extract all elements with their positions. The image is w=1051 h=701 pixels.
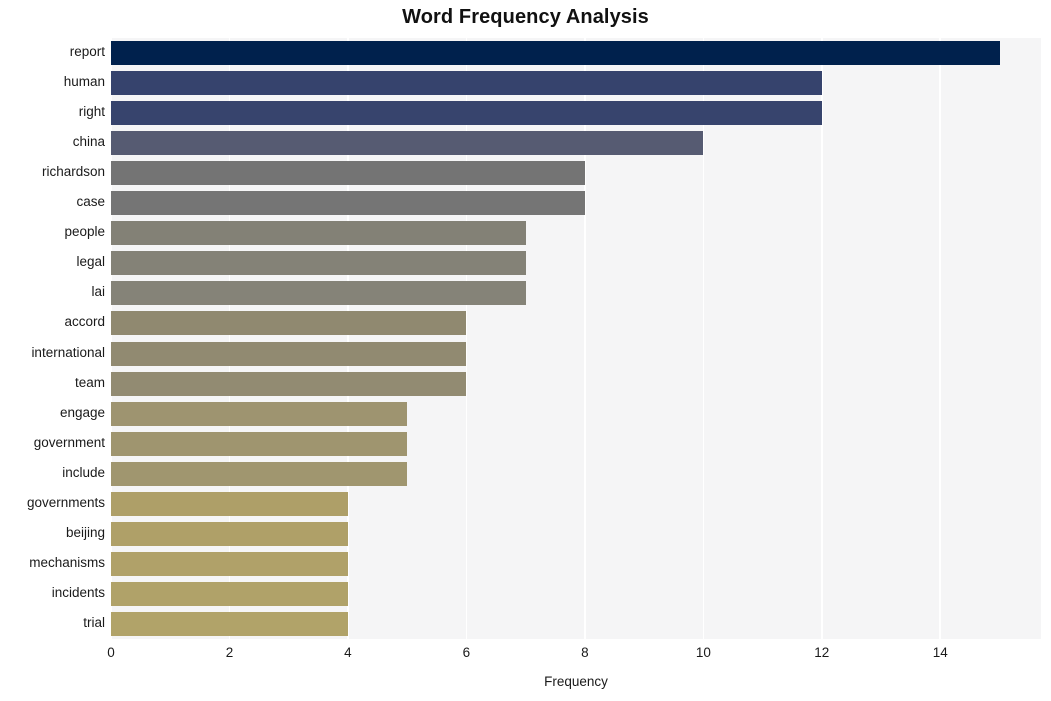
bar-engage (111, 401, 408, 426)
bar-team (111, 371, 467, 396)
x-tick-label-0: 0 (107, 645, 115, 660)
x-tick-label-2: 2 (225, 645, 234, 660)
bar-include (111, 461, 408, 486)
bar-row (111, 341, 1041, 366)
bar-row (111, 431, 1041, 456)
y-tick-label-governments: governments (26, 494, 105, 510)
y-tick-label-report: report (69, 44, 105, 60)
bar-china (111, 131, 704, 156)
bar-legal (111, 251, 526, 276)
bar-row (111, 281, 1041, 306)
x-axis-label: Frequency (544, 674, 608, 689)
y-tick-label-richardson: richardson (41, 164, 105, 180)
bar-trial (111, 611, 348, 636)
bar-row (111, 311, 1041, 336)
bar-case (111, 191, 585, 216)
bar-report (111, 41, 1000, 66)
bar-human (111, 71, 822, 96)
bar-row (111, 461, 1041, 486)
bar-row (111, 371, 1041, 396)
plot-area (111, 38, 1041, 639)
x-tick-label-12: 12 (814, 645, 830, 660)
x-tick-label-8: 8 (581, 645, 589, 660)
bar-row (111, 71, 1041, 96)
chart-title: Word Frequency Analysis (402, 6, 649, 28)
y-tick-label-case: case (76, 194, 105, 210)
y-tick-label-china: china (72, 134, 105, 150)
x-tick-label-10: 10 (695, 645, 711, 660)
bar-row (111, 611, 1041, 636)
bar-row (111, 41, 1041, 66)
x-tick-label-14: 14 (932, 645, 948, 660)
bar-row (111, 221, 1041, 246)
bar-right (111, 101, 822, 126)
x-tick-label-4: 4 (344, 645, 352, 660)
y-tick-label-engage: engage (59, 404, 105, 420)
y-tick-label-trial: trial (83, 614, 105, 630)
bars-layer (111, 38, 1041, 639)
y-tick-label-incidents: incidents (51, 584, 105, 600)
y-tick-label-right: right (78, 104, 105, 120)
bar-row (111, 101, 1041, 126)
bar-row (111, 491, 1041, 516)
bar-accord (111, 311, 467, 336)
bar-row (111, 581, 1041, 606)
bar-international (111, 341, 467, 366)
bar-row (111, 131, 1041, 156)
bar-beijing (111, 521, 348, 546)
y-tick-label-international: international (31, 344, 105, 360)
y-tick-label-beijing: beijing (65, 524, 105, 540)
bar-row (111, 521, 1041, 546)
y-tick-label-people: people (64, 224, 105, 240)
chart-figure: Word Frequency Analysis report human right… (0, 0, 1051, 701)
bar-row (111, 551, 1041, 576)
bar-row (111, 251, 1041, 276)
bar-row (111, 161, 1041, 186)
bar-government (111, 431, 408, 456)
x-axis-tick-labels: 0 2 4 6 8 10 12 14 (0, 645, 1051, 671)
bar-lai (111, 281, 526, 306)
y-tick-label-government: government (33, 434, 105, 450)
y-tick-label-include: include (62, 464, 105, 480)
y-tick-label-accord: accord (64, 314, 105, 330)
bar-richardson (111, 161, 585, 186)
bar-incidents (111, 581, 348, 606)
y-tick-label-legal: legal (76, 254, 105, 270)
bar-governments (111, 491, 348, 516)
bar-row (111, 401, 1041, 426)
y-tick-label-mechanisms: mechanisms (29, 554, 105, 570)
x-tick-label-6: 6 (462, 645, 471, 660)
bar-people (111, 221, 526, 246)
y-tick-label-lai: lai (91, 284, 105, 300)
y-axis-tick-labels: report human right china richardson case peopl… (0, 38, 105, 639)
y-tick-label-human: human (63, 74, 105, 90)
y-tick-label-team: team (74, 374, 105, 390)
bar-row (111, 191, 1041, 216)
bar-mechanisms (111, 551, 348, 576)
